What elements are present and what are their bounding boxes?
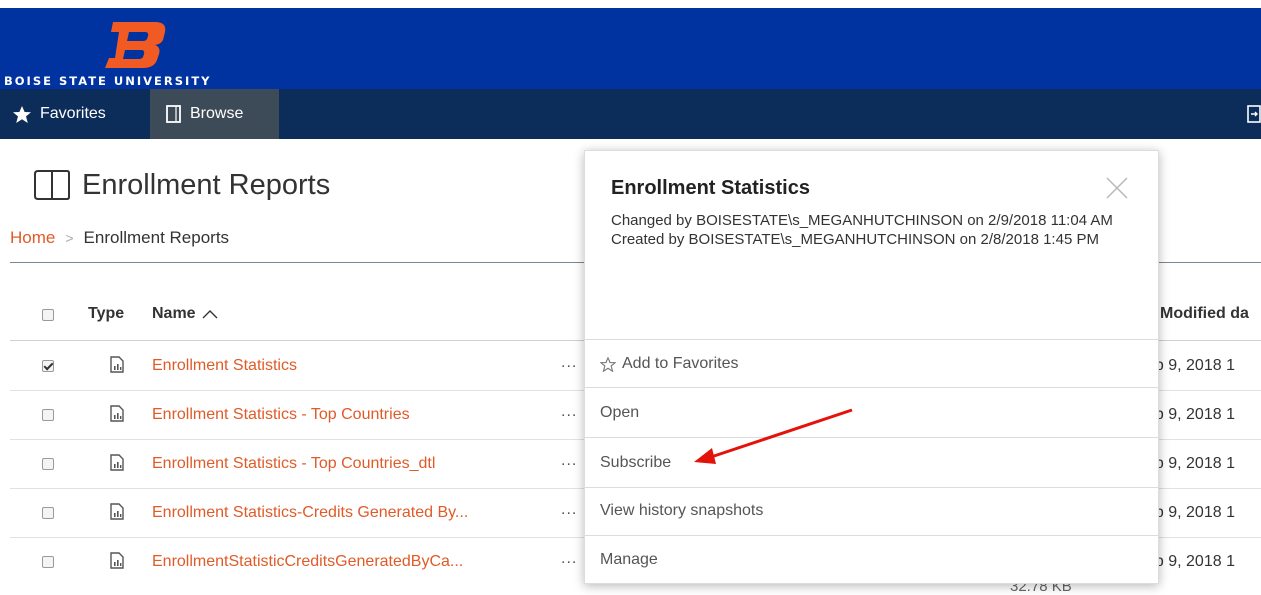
row-checkbox[interactable] (42, 507, 54, 519)
popup-divider (585, 339, 1160, 340)
page-title: Enrollment Reports (32, 168, 330, 202)
modified-date: eb 9, 2018 1 (1146, 455, 1235, 472)
changed-by-text: Changed by BOISESTATE\s_MEGANHUTCHINSON … (611, 212, 1113, 229)
add-to-favorites-label: Add to Favorites (622, 355, 739, 372)
subscribe-menu-item[interactable]: Subscribe (600, 454, 671, 472)
row-more-options-button[interactable]: ... (561, 403, 577, 421)
row-more-options-button[interactable]: ... (561, 550, 577, 568)
popup-divider (585, 487, 1160, 488)
report-file-icon (110, 405, 124, 422)
column-header-modified[interactable]: Modified da (1160, 305, 1249, 323)
row-more-options-button[interactable]: ... (561, 354, 577, 372)
row-more-options-button[interactable]: ... (561, 501, 577, 519)
column-header-name[interactable]: Name (152, 305, 218, 323)
column-header-name-label: Name (152, 305, 196, 322)
manage-menu-item[interactable]: Manage (600, 551, 658, 569)
modified-date: eb 9, 2018 1 (1146, 357, 1235, 374)
popup-metadata: Changed by BOISESTATE\s_MEGANHUTCHINSON … (611, 211, 1131, 249)
popup-divider (585, 437, 1160, 438)
report-file-icon (110, 454, 124, 471)
popup-title: Enrollment Statistics (611, 177, 810, 199)
report-name-link[interactable]: Enrollment Statistics (152, 357, 297, 375)
add-to-favorites-menu-item[interactable]: Add to Favorites (600, 355, 739, 373)
item-details-popup: Enrollment Statistics Changed by BOISEST… (584, 150, 1160, 584)
top-navbar: Favorites Browse (0, 89, 1261, 139)
column-header-type[interactable]: Type (88, 305, 124, 323)
nav-browse[interactable]: Browse (150, 89, 279, 139)
folder-icon (166, 105, 181, 123)
sort-ascending-icon (202, 310, 218, 319)
university-name: BOISE STATE UNIVERSITY (4, 74, 212, 88)
star-outline-icon (600, 356, 616, 372)
breadcrumb-current: Enrollment Reports (83, 228, 230, 247)
breadcrumb: Home > Enrollment Reports (10, 228, 229, 248)
top-strip (0, 0, 1261, 8)
boise-state-logo[interactable] (105, 18, 169, 70)
row-checkbox[interactable] (42, 458, 54, 470)
created-by-text: Created by BOISESTATE\s_MEGANHUTCHINSON … (611, 231, 1099, 248)
view-history-snapshots-menu-item[interactable]: View history snapshots (600, 502, 763, 520)
report-name-link[interactable]: Enrollment Statistics-Credits Generated … (152, 504, 468, 522)
close-icon[interactable] (1106, 177, 1128, 199)
modified-date: eb 9, 2018 1 (1146, 504, 1235, 521)
report-name-link[interactable]: Enrollment Statistics - Top Countries_dt… (152, 455, 435, 473)
page-title-text: Enrollment Reports (82, 168, 331, 201)
report-file-icon (110, 503, 124, 520)
star-icon (13, 105, 31, 123)
report-name-link[interactable]: Enrollment Statistics - Top Countries (152, 406, 410, 424)
nav-favorites-label: Favorites (40, 105, 106, 122)
sign-out-icon[interactable] (1247, 105, 1261, 123)
row-checkbox[interactable] (42, 409, 54, 421)
modified-date: eb 9, 2018 1 (1146, 406, 1235, 423)
open-menu-item[interactable]: Open (600, 404, 639, 422)
folder-icon (34, 170, 70, 200)
row-checkbox[interactable] (42, 360, 54, 372)
report-name-link[interactable]: EnrollmentStatisticCreditsGeneratedByCa.… (152, 553, 463, 571)
row-checkbox[interactable] (42, 556, 54, 568)
breadcrumb-separator: > (65, 230, 74, 246)
report-file-icon (110, 356, 124, 373)
report-file-icon (110, 552, 124, 569)
popup-divider (585, 387, 1160, 388)
select-all-checkbox[interactable] (42, 309, 54, 321)
university-banner: BOISE STATE UNIVERSITY (0, 8, 1261, 89)
modified-date: eb 9, 2018 1 (1146, 553, 1235, 570)
breadcrumb-home-link[interactable]: Home (10, 228, 55, 248)
row-more-options-button[interactable]: ... (561, 452, 577, 470)
nav-browse-label: Browse (190, 105, 244, 122)
popup-divider (585, 535, 1160, 536)
nav-favorites[interactable]: Favorites (0, 89, 146, 139)
